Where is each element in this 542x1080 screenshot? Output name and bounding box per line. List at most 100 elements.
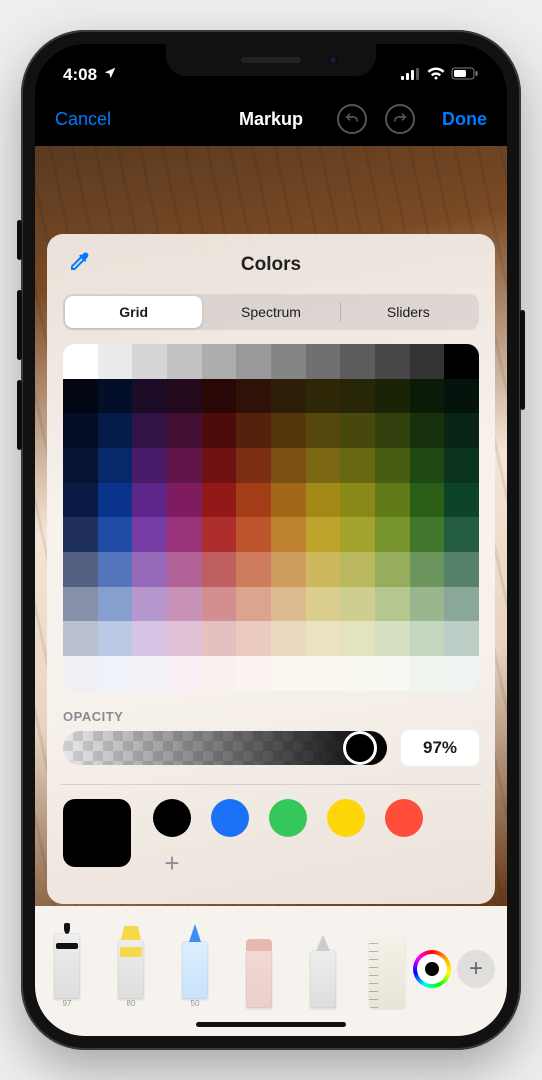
color-cell[interactable]	[98, 517, 133, 552]
color-cell[interactable]	[306, 552, 341, 587]
color-cell[interactable]	[375, 517, 410, 552]
color-cell[interactable]	[375, 448, 410, 483]
tab-spectrum[interactable]: Spectrum	[202, 296, 339, 328]
color-cell[interactable]	[306, 621, 341, 656]
color-cell[interactable]	[236, 552, 271, 587]
color-cell[interactable]	[271, 379, 306, 414]
color-cell[interactable]	[132, 621, 167, 656]
color-cell[interactable]	[444, 517, 479, 552]
color-cell[interactable]	[98, 587, 133, 622]
color-cell[interactable]	[167, 448, 202, 483]
color-cell[interactable]	[202, 621, 237, 656]
color-cell[interactable]	[306, 413, 341, 448]
color-cell[interactable]	[236, 656, 271, 691]
color-cell[interactable]	[63, 413, 98, 448]
color-cell[interactable]	[98, 413, 133, 448]
color-cell[interactable]	[63, 587, 98, 622]
tool-highlighter[interactable]: 80	[111, 922, 151, 1008]
color-cell[interactable]	[98, 621, 133, 656]
color-cell[interactable]	[306, 344, 341, 379]
color-cell[interactable]	[132, 552, 167, 587]
color-cell[interactable]	[340, 656, 375, 691]
swatch[interactable]	[153, 799, 191, 837]
color-cell[interactable]	[444, 621, 479, 656]
color-cell[interactable]	[167, 413, 202, 448]
color-cell[interactable]	[375, 552, 410, 587]
color-cell[interactable]	[271, 656, 306, 691]
color-cell[interactable]	[410, 517, 445, 552]
color-cell[interactable]	[271, 413, 306, 448]
color-cell[interactable]	[340, 483, 375, 518]
color-cell[interactable]	[132, 448, 167, 483]
color-cell[interactable]	[236, 344, 271, 379]
color-cell[interactable]	[236, 379, 271, 414]
tab-sliders[interactable]: Sliders	[340, 296, 477, 328]
swatch[interactable]	[385, 799, 423, 837]
color-cell[interactable]	[202, 656, 237, 691]
color-cell[interactable]	[375, 483, 410, 518]
color-cell[interactable]	[167, 621, 202, 656]
swatch[interactable]	[269, 799, 307, 837]
color-cell[interactable]	[444, 587, 479, 622]
color-grid[interactable]	[63, 344, 479, 691]
color-cell[interactable]	[444, 448, 479, 483]
color-cell[interactable]	[306, 587, 341, 622]
color-cell[interactable]	[340, 621, 375, 656]
color-cell[interactable]	[167, 379, 202, 414]
color-cell[interactable]	[63, 517, 98, 552]
color-cell[interactable]	[375, 587, 410, 622]
color-cell[interactable]	[202, 379, 237, 414]
opacity-slider-knob[interactable]	[343, 731, 377, 765]
swatch[interactable]	[211, 799, 249, 837]
home-indicator[interactable]	[196, 1022, 346, 1027]
color-cell[interactable]	[202, 483, 237, 518]
color-cell[interactable]	[167, 344, 202, 379]
color-cell[interactable]	[132, 413, 167, 448]
undo-button[interactable]	[337, 104, 367, 134]
color-cell[interactable]	[63, 483, 98, 518]
color-cell[interactable]	[236, 621, 271, 656]
color-cell[interactable]	[375, 413, 410, 448]
cancel-button[interactable]: Cancel	[55, 109, 111, 130]
color-cell[interactable]	[410, 656, 445, 691]
redo-button[interactable]	[385, 104, 415, 134]
tool-eraser[interactable]	[239, 922, 279, 1008]
color-cell[interactable]	[410, 483, 445, 518]
color-cell[interactable]	[306, 379, 341, 414]
color-cell[interactable]	[98, 379, 133, 414]
color-cell[interactable]	[63, 552, 98, 587]
toolbar-color-button[interactable]	[413, 950, 451, 988]
color-cell[interactable]	[236, 517, 271, 552]
color-cell[interactable]	[271, 517, 306, 552]
color-cell[interactable]	[410, 344, 445, 379]
color-cell[interactable]	[444, 413, 479, 448]
color-cell[interactable]	[271, 587, 306, 622]
color-cell[interactable]	[236, 483, 271, 518]
color-cell[interactable]	[271, 483, 306, 518]
color-cell[interactable]	[340, 552, 375, 587]
color-cell[interactable]	[306, 656, 341, 691]
color-cell[interactable]	[410, 413, 445, 448]
color-cell[interactable]	[202, 517, 237, 552]
swatch[interactable]	[327, 799, 365, 837]
color-cell[interactable]	[340, 587, 375, 622]
color-cell[interactable]	[98, 552, 133, 587]
color-cell[interactable]	[410, 379, 445, 414]
color-cell[interactable]	[167, 483, 202, 518]
color-cell[interactable]	[375, 656, 410, 691]
color-cell[interactable]	[340, 413, 375, 448]
opacity-value-field[interactable]: 97%	[401, 730, 479, 766]
color-cell[interactable]	[271, 552, 306, 587]
color-cell[interactable]	[98, 344, 133, 379]
eyedropper-button[interactable]	[67, 250, 91, 279]
color-cell[interactable]	[410, 448, 445, 483]
color-cell[interactable]	[271, 448, 306, 483]
color-cell[interactable]	[63, 656, 98, 691]
color-cell[interactable]	[63, 379, 98, 414]
tab-grid[interactable]: Grid	[65, 296, 202, 328]
color-cell[interactable]	[306, 483, 341, 518]
color-cell[interactable]	[271, 621, 306, 656]
color-cell[interactable]	[444, 656, 479, 691]
tool-pen[interactable]: 97	[47, 922, 87, 1008]
add-swatch-button[interactable]: +	[153, 845, 191, 883]
